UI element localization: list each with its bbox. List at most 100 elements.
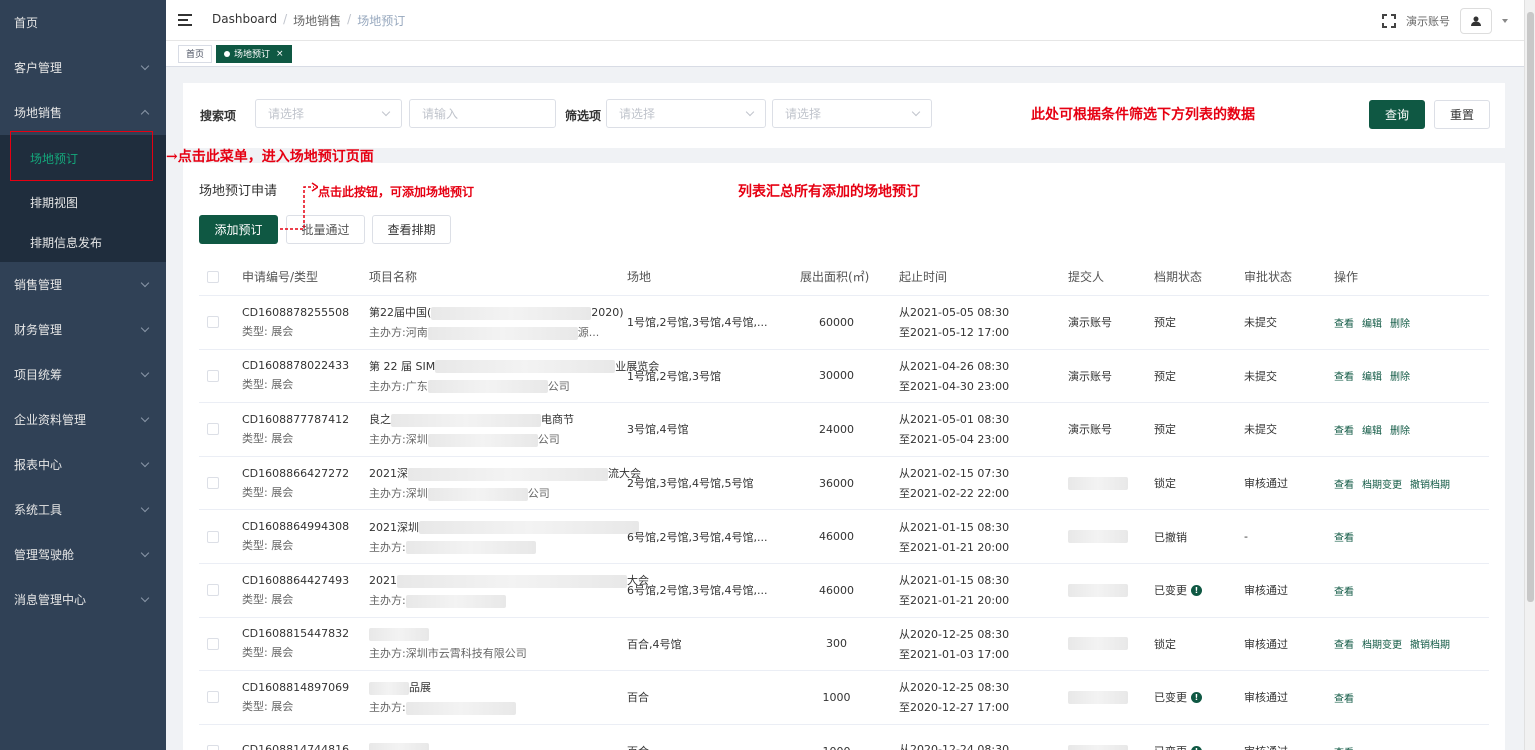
action-link[interactable]: 查看 bbox=[1334, 583, 1354, 598]
action-link[interactable]: 档期变更 bbox=[1362, 476, 1402, 491]
filter-select-2[interactable]: 请选择 bbox=[772, 99, 932, 128]
sidebar-item-tools[interactable]: 系统工具 bbox=[0, 487, 166, 532]
action-link[interactable]: 查看 bbox=[1334, 690, 1354, 705]
cell-submitter: 演示账号 bbox=[1068, 296, 1112, 349]
sidebar-item-home[interactable]: 首页 bbox=[0, 0, 166, 45]
cell-id: CD1608864427493 类型: 展会 bbox=[242, 564, 349, 617]
redacted-text bbox=[419, 521, 639, 535]
action-link[interactable]: 查看 bbox=[1334, 422, 1354, 437]
row-checkbox[interactable] bbox=[207, 564, 219, 617]
sidebar-item-messages[interactable]: 消息管理中心 bbox=[0, 577, 166, 622]
action-link[interactable]: 撤销档期 bbox=[1410, 476, 1450, 491]
menu-toggle-icon[interactable] bbox=[178, 14, 192, 26]
close-icon[interactable]: × bbox=[276, 49, 284, 59]
booking-panel: 场地预订申请 添加预订 批量通过 查看排期 点击此按钮，可添加场地预订 列表汇总… bbox=[183, 163, 1505, 750]
redacted-text bbox=[427, 487, 528, 501]
tags-view: 首页 场地预订 × bbox=[166, 41, 1524, 67]
booking-type: 类型: 展会 bbox=[242, 539, 294, 553]
highlight-box bbox=[10, 131, 153, 181]
sidebar-item-schedule-view[interactable]: 排期视图 bbox=[0, 182, 166, 222]
cell-approval-status: 未提交 bbox=[1244, 316, 1277, 330]
avatar[interactable] bbox=[1460, 8, 1492, 34]
sidebar-item-reports[interactable]: 报表中心 bbox=[0, 442, 166, 487]
row-checkbox[interactable] bbox=[207, 725, 219, 750]
tag-home[interactable]: 首页 bbox=[178, 44, 213, 63]
sidebar-item-cockpit[interactable]: 管理驾驶舱 bbox=[0, 532, 166, 577]
info-icon[interactable]: ! bbox=[1191, 584, 1202, 596]
sidebar-item-schedule-publish[interactable]: 排期信息发布 bbox=[0, 222, 166, 262]
action-link[interactable]: 撤销档期 bbox=[1410, 636, 1450, 651]
project-name: 品展 bbox=[369, 679, 516, 695]
query-button[interactable]: 查询 bbox=[1369, 100, 1425, 129]
breadcrumb-dashboard[interactable]: Dashboard bbox=[212, 12, 277, 29]
active-dot-icon bbox=[224, 50, 231, 57]
cell-name: 2021深 流大会 主办方:深圳 公司 bbox=[369, 457, 641, 510]
cell-time: 从2021-01-15 08:30 至2021-01-21 20:00 bbox=[899, 510, 1009, 563]
fullscreen-icon[interactable] bbox=[1382, 14, 1396, 28]
organizer-tail: 源... bbox=[577, 326, 600, 340]
sidebar-item-customer[interactable]: 客户管理 bbox=[0, 45, 166, 90]
cell-name: 第 22 届 SIM 业展览会 主办方:广东 公司 bbox=[369, 350, 659, 403]
cell-venue: 3号馆,4号馆 bbox=[627, 423, 689, 437]
cell-venue: 1号馆,2号馆,3号馆,4号馆,... bbox=[627, 316, 768, 330]
row-checkbox[interactable] bbox=[207, 296, 219, 349]
row-checkbox[interactable] bbox=[207, 457, 219, 510]
action-link[interactable]: 查看 bbox=[1334, 476, 1354, 491]
row-checkbox[interactable] bbox=[207, 671, 219, 724]
sidebar-item-venue-sales[interactable]: 场地销售 bbox=[0, 90, 166, 135]
search-field-select[interactable]: 请选择 bbox=[255, 99, 402, 128]
sidebar-item-project[interactable]: 项目统筹 bbox=[0, 352, 166, 397]
info-icon[interactable]: ! bbox=[1191, 745, 1202, 750]
cell-venue: 百合,4号馆 bbox=[627, 637, 682, 651]
action-link[interactable]: 删除 bbox=[1390, 368, 1410, 383]
cell-approval-status: - bbox=[1244, 530, 1248, 544]
select-all-checkbox[interactable] bbox=[207, 258, 219, 295]
action-link[interactable]: 删除 bbox=[1390, 422, 1410, 437]
sidebar-item-enterprise[interactable]: 企业资料管理 bbox=[0, 397, 166, 442]
scrollbar-thumb[interactable] bbox=[1527, 12, 1534, 602]
redacted-text bbox=[435, 360, 616, 374]
info-icon[interactable]: ! bbox=[1191, 691, 1202, 703]
view-schedule-button[interactable]: 查看排期 bbox=[372, 215, 451, 244]
redacted-text bbox=[1068, 744, 1128, 750]
booking-id: CD1608866427272 bbox=[242, 466, 350, 480]
booking-type: 类型: 展会 bbox=[242, 485, 294, 499]
booking-id: CD1608864994308 bbox=[242, 520, 350, 534]
row-checkbox[interactable] bbox=[207, 618, 219, 671]
sidebar-item-label: 场地销售 bbox=[14, 106, 63, 120]
table-row: CD1608814897069 类型: 展会 品展 主办方: 百合 1000 从2020-1… bbox=[199, 671, 1489, 725]
action-link[interactable]: 删除 bbox=[1390, 315, 1410, 330]
organizer-head: 主办方:深圳 bbox=[369, 433, 428, 447]
sidebar-item-label: 排期视图 bbox=[30, 195, 79, 210]
action-link[interactable]: 查看 bbox=[1334, 368, 1354, 383]
cell-venue: 百合 bbox=[627, 691, 649, 705]
action-link[interactable]: 查看 bbox=[1334, 529, 1354, 544]
row-checkbox[interactable] bbox=[207, 403, 219, 456]
sidebar-item-sales[interactable]: 销售管理 bbox=[0, 262, 166, 307]
sidebar-item-finance[interactable]: 财务管理 bbox=[0, 307, 166, 352]
cell-time: 从2021-04-26 08:30 至2021-04-30 23:00 bbox=[899, 350, 1009, 403]
chevron-down-icon bbox=[140, 548, 150, 558]
action-link[interactable]: 查看 bbox=[1334, 636, 1354, 651]
action-link[interactable]: 编辑 bbox=[1362, 368, 1382, 383]
cell-time: 从2021-01-15 08:30 至2021-01-21 20:00 bbox=[899, 564, 1009, 617]
chevron-down-icon bbox=[140, 278, 150, 288]
cell-actions: 查看 档期变更 撤销档期 bbox=[1334, 618, 1450, 671]
row-checkbox[interactable] bbox=[207, 350, 219, 403]
reset-button[interactable]: 重置 bbox=[1434, 100, 1490, 129]
action-link[interactable]: 编辑 bbox=[1362, 315, 1382, 330]
cell-area: 36000 bbox=[819, 476, 854, 490]
scrollbar[interactable] bbox=[1524, 0, 1535, 750]
filter-select-1[interactable]: 请选择 bbox=[606, 99, 766, 128]
search-input[interactable]: 请输入 bbox=[409, 99, 556, 128]
action-link[interactable]: 档期变更 bbox=[1362, 636, 1402, 651]
row-checkbox[interactable] bbox=[207, 510, 219, 563]
cell-actions: 查看 编辑 删除 bbox=[1334, 350, 1410, 403]
action-link[interactable]: 查看 bbox=[1334, 315, 1354, 330]
caret-down-icon[interactable] bbox=[1502, 19, 1508, 23]
add-booking-button[interactable]: 添加预订 bbox=[199, 215, 278, 244]
tag-venue-booking[interactable]: 场地预订 × bbox=[216, 44, 292, 63]
action-link[interactable]: 查看 bbox=[1334, 744, 1354, 750]
action-link[interactable]: 编辑 bbox=[1362, 422, 1382, 437]
cell-slot-status: 预定 bbox=[1154, 296, 1176, 349]
